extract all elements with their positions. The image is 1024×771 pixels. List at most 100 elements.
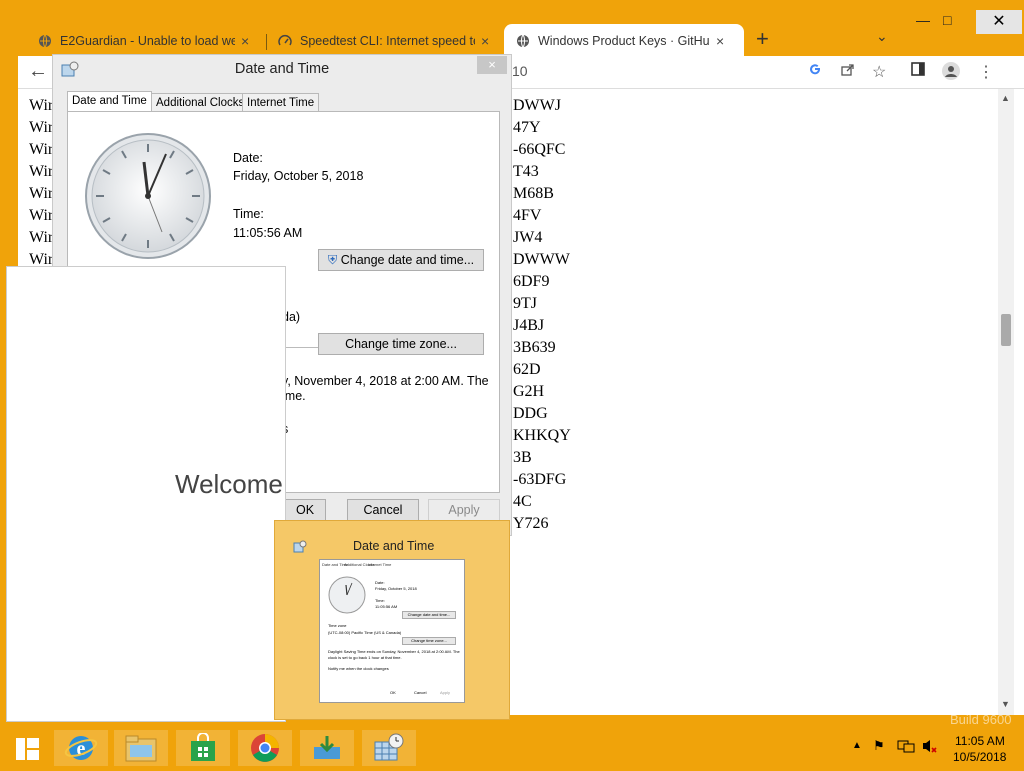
tab-close-icon[interactable]: × [481,33,489,49]
key-line-right: Y726 [513,515,549,532]
key-line-right: 3B [513,449,532,466]
google-icon[interactable] [808,62,822,81]
taskbar-thumbnail-preview[interactable]: Date and Time Date and Time Additional C… [274,520,510,720]
time-label: Time: [233,207,264,221]
key-line-right: 4FV [513,207,542,224]
tab-close-icon[interactable]: × [716,33,724,49]
download-icon [314,736,340,759]
taskbar: e ▲ ⚑ 11:05 AM 10/5/2018 [0,728,1024,768]
date-time-app-icon [374,733,404,761]
start-tiles-icon [16,738,39,760]
key-line-right: 62D [513,361,541,378]
tab-internet-time[interactable]: Internet Time [242,93,320,113]
mini-time-label: Time: [375,598,385,603]
time-value: 11:05:56 AM [233,226,303,240]
tab-label: E2Guardian - Unable to load web [60,34,235,48]
mini-notify: Notify me when the clock changes [328,666,389,671]
taskbar-date-and-time[interactable] [362,730,416,766]
thumbnail-mini-dialog: Date and Time Additional Clocks Internet… [319,559,465,703]
mini-clock-icon [328,576,366,614]
scroll-up-arrow-icon[interactable]: ▲ [1001,93,1010,103]
key-line-right: M68B [513,185,554,202]
menu-dots-icon[interactable]: ⋮ [978,62,994,82]
profile-avatar-icon[interactable] [942,62,960,85]
mini-date: Friday, October 5, 2018 [375,586,417,591]
share-icon[interactable] [840,62,855,82]
key-line-right: 3B639 [513,339,556,356]
date-label: Date: [233,151,263,165]
start-button[interactable] [8,730,52,766]
tab-label: Windows Product Keys · GitHub [538,34,710,48]
store-bag-icon [191,732,215,761]
mini-cancel: Cancel [414,690,427,695]
mini-ok: OK [390,690,396,695]
scrollbar-thumb[interactable] [1001,314,1011,346]
mini-apply: Apply [440,690,451,695]
clock-date[interactable]: 10/5/2018 [953,750,1006,764]
cancel-button[interactable]: Cancel [347,499,419,521]
taskbar-store[interactable] [176,730,230,766]
key-line-left: Wir [29,229,54,246]
new-tab-button[interactable]: + [756,26,769,52]
welcome-text: Welcome [175,469,283,499]
key-line-left: Wir [29,185,54,202]
key-line-right: JW4 [513,229,543,246]
back-arrow-icon[interactable]: ← [28,60,48,83]
key-line-right: -66QFC [513,141,566,158]
tab-date-and-time[interactable]: Date and Time [67,91,152,113]
dialog-close-button[interactable]: × [477,56,507,74]
key-line-right: 6DF9 [513,273,550,290]
tab-close-icon[interactable]: × [241,33,249,49]
taskbar-download-tool[interactable] [300,730,354,766]
mini-dst-2: clock is set to go back 1 hour at that t… [328,655,402,660]
tab-strip: E2Guardian - Unable to load web × Speedt… [18,10,1024,58]
minimize-icon[interactable]: — [916,12,930,28]
taskbar-internet-explorer[interactable]: e [54,730,108,766]
address-bar[interactable]: 10 [512,63,528,79]
mini-change-dt: Change date and time... [402,611,456,619]
show-hidden-icons[interactable]: ▲ [852,740,862,751]
taskbar-file-explorer[interactable] [114,730,168,766]
mini-change-tz: Change time zone... [402,637,456,645]
action-center-flag-icon[interactable]: ⚑ [873,738,885,754]
mini-tab: Internet Time [368,562,392,567]
tab-search-dropdown[interactable]: ⌄ [876,28,888,45]
change-date-time-button[interactable]: ⛨ Change date and time... [318,249,484,271]
date-value: Friday, October 5, 2018 [233,169,364,183]
tab-e2guardian[interactable]: E2Guardian - Unable to load web × [18,24,263,58]
key-line-right: DWWW [513,251,570,268]
date-time-app-icon [293,540,307,553]
volume-muted-icon[interactable] [921,738,939,757]
globe-icon [516,34,530,48]
bookmark-star-icon[interactable]: ☆ [872,62,886,82]
build-watermark: Build 9600 [950,712,1012,727]
welcome-window: Welcome [6,266,286,722]
key-line-right: DDG [513,405,548,422]
dialog-title: Date and Time [234,61,330,77]
key-line-right: 9TJ [513,295,537,312]
folder-icon [125,735,157,762]
key-line-right: KHKQY [513,427,571,444]
taskbar-chrome[interactable] [238,730,292,766]
mini-dst-1: Daylight Saving Time ends on Sunday, Nov… [328,649,460,654]
chrome-icon [251,734,279,762]
network-icon[interactable] [897,738,915,757]
side-panel-icon[interactable] [911,62,925,81]
thumbnail-title: Date and Time [353,539,435,553]
tab-speedtest[interactable]: Speedtest CLI: Internet speed tes × [258,24,503,58]
apply-button[interactable]: Apply [428,499,500,521]
speedometer-icon [278,34,292,48]
mini-time: 11:05:56 AM [375,604,398,609]
vertical-scrollbar[interactable]: ▲ ▼ [998,89,1014,715]
tab-windows-product-keys[interactable]: Windows Product Keys · GitHub × [504,24,744,58]
clock-time[interactable]: 11:05 AM [955,734,1005,748]
key-line-right: 47Y [513,119,541,136]
ok-button[interactable]: OK [284,499,326,521]
window-close-button[interactable]: ✕ [976,10,1022,34]
change-time-zone-button[interactable]: Change time zone... [318,333,484,355]
maximize-icon[interactable]: □ [943,12,951,28]
scroll-down-arrow-icon[interactable]: ▼ [1001,699,1010,709]
key-line-left: Wir [29,141,54,158]
tab-additional-clocks[interactable]: Additional Clocks [151,93,250,113]
mini-tz: (UTC-08:00) Pacific Time (US & Canada) [328,630,402,635]
